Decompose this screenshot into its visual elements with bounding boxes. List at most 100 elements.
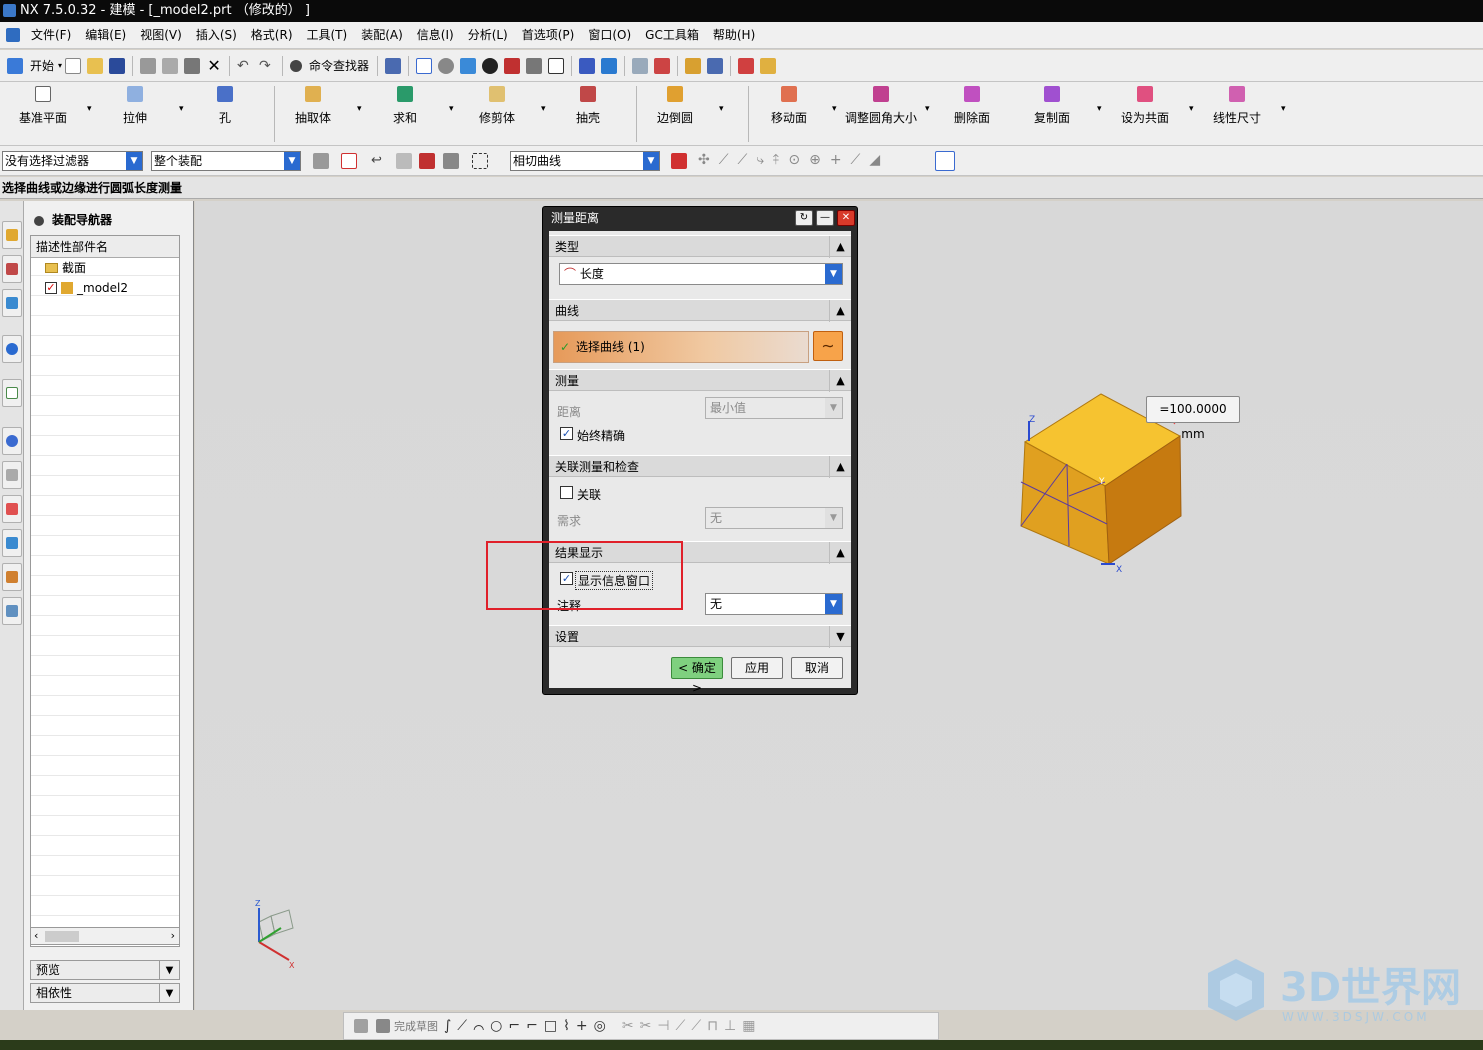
stop-at-intersection-icon[interactable] bbox=[671, 153, 687, 169]
tab-history[interactable] bbox=[2, 427, 22, 455]
start-button[interactable]: 开始 bbox=[30, 57, 54, 74]
command-finder-button[interactable]: 命令查找器 bbox=[309, 57, 369, 74]
scroll-right-icon[interactable]: › bbox=[171, 929, 175, 942]
linear-dimension-button[interactable]: 线性尺寸 bbox=[1208, 82, 1266, 146]
chevron-down-icon[interactable]: ▼ bbox=[159, 984, 179, 1002]
draft-icon[interactable] bbox=[760, 57, 777, 74]
unite-dropdown-icon[interactable]: ▾ bbox=[449, 104, 454, 114]
section-settings[interactable]: 设置 ▼ bbox=[549, 625, 851, 648]
chevron-down-icon[interactable]: ▼ bbox=[126, 152, 142, 170]
point-icon[interactable] bbox=[654, 57, 671, 74]
ok-button[interactable]: < 确定 > bbox=[671, 657, 723, 695]
tab-web-browser[interactable] bbox=[2, 379, 22, 407]
background-icon[interactable] bbox=[548, 57, 565, 74]
section-associative[interactable]: 关联测量和检查 ▲ bbox=[549, 455, 851, 478]
edge-blend-button[interactable]: 边倒圆 bbox=[646, 82, 704, 146]
section-measure[interactable]: 测量 ▲ bbox=[549, 369, 851, 392]
edge-icon[interactable] bbox=[504, 57, 521, 74]
redo-icon[interactable]: ↷ bbox=[259, 58, 275, 74]
finish-sketch-label[interactable]: 完成草图 bbox=[394, 1018, 438, 1034]
menu-file[interactable]: 文件(F) bbox=[24, 22, 78, 49]
paste-icon[interactable] bbox=[184, 57, 201, 74]
copy-face-dropdown-icon[interactable]: ▾ bbox=[1097, 104, 1102, 114]
tab-system-scenes[interactable] bbox=[2, 597, 22, 625]
render-style-icon[interactable] bbox=[460, 57, 477, 74]
menu-analysis[interactable]: 分析(L) bbox=[461, 22, 515, 49]
save-icon[interactable] bbox=[109, 57, 126, 74]
start-dropdown-icon[interactable]: ▾ bbox=[58, 61, 62, 70]
resize-blend-button[interactable]: 调整圆角大小 bbox=[842, 82, 920, 146]
hidden-edge-icon[interactable] bbox=[526, 57, 543, 74]
tab-manufacturing-wizards[interactable] bbox=[2, 529, 22, 557]
curve-rule-combo[interactable]: 相切曲线 ▼ bbox=[510, 151, 660, 171]
menu-edit[interactable]: 编辑(E) bbox=[78, 22, 133, 49]
edge-blend-dropdown-icon[interactable]: ▾ bbox=[719, 104, 724, 114]
select-edge-icon[interactable] bbox=[419, 153, 435, 169]
column-header[interactable]: 描述性部件名 bbox=[31, 236, 179, 258]
menu-help[interactable]: 帮助(H) bbox=[706, 22, 762, 49]
chevron-up-icon[interactable]: ▲ bbox=[829, 300, 851, 322]
delete-face-button[interactable]: 删除面 bbox=[946, 82, 998, 146]
chevron-down-icon[interactable]: ▼ bbox=[825, 264, 842, 284]
layer-icon[interactable] bbox=[579, 57, 596, 74]
move-face-dropdown-icon[interactable]: ▾ bbox=[832, 104, 837, 114]
visibility-checkbox[interactable]: ✓ bbox=[45, 282, 57, 294]
tab-reuse-library[interactable] bbox=[2, 335, 22, 363]
menu-view[interactable]: 视图(V) bbox=[133, 22, 189, 49]
wcs-icon[interactable] bbox=[601, 57, 618, 74]
sketch-curve-tools[interactable]: ∫⟋⌒○⌐⌐□⌇+◎ bbox=[444, 1018, 612, 1034]
menu-insert[interactable]: 插入(S) bbox=[189, 22, 244, 49]
unite-button[interactable]: 求和 bbox=[384, 82, 426, 146]
coplanar-dropdown-icon[interactable]: ▾ bbox=[1189, 104, 1194, 114]
menu-format[interactable]: 格式(R) bbox=[244, 22, 300, 49]
menu-preferences[interactable]: 首选项(P) bbox=[515, 22, 582, 49]
preview-panel-toggle[interactable]: 预览 ▼ bbox=[30, 960, 180, 980]
view-cube-icon[interactable] bbox=[935, 151, 955, 171]
select-curve-row[interactable]: ✓ 选择曲线 (1) bbox=[553, 331, 809, 363]
trim-dropdown-icon[interactable]: ▾ bbox=[541, 104, 546, 114]
make-coplanar-button[interactable]: 设为共面 bbox=[1116, 82, 1174, 146]
fit-view-icon[interactable] bbox=[416, 57, 433, 74]
finish-sketch-icon[interactable] bbox=[376, 1019, 390, 1033]
snap-view-icon[interactable] bbox=[632, 57, 649, 74]
menu-tools[interactable]: 工具(T) bbox=[300, 22, 355, 49]
play-icon[interactable] bbox=[707, 57, 724, 74]
menu-window[interactable]: 窗口(O) bbox=[581, 22, 638, 49]
close-icon[interactable]: ✕ bbox=[837, 210, 855, 226]
copy-face-button[interactable]: 复制面 bbox=[1026, 82, 1078, 146]
tab-process-studio[interactable] bbox=[2, 495, 22, 523]
cut-icon[interactable] bbox=[140, 57, 157, 74]
selection-scope-combo[interactable]: 整个装配 ▼ bbox=[151, 151, 301, 171]
resize-blend-dropdown-icon[interactable]: ▾ bbox=[925, 104, 930, 114]
move-face-button[interactable]: 移动面 bbox=[760, 82, 818, 146]
horizontal-scrollbar[interactable]: ‹ › bbox=[30, 927, 180, 945]
menu-gc-toolbox[interactable]: GC工具箱 bbox=[638, 22, 706, 49]
associative-checkbox[interactable] bbox=[560, 486, 573, 499]
chevron-up-icon[interactable]: ▲ bbox=[829, 542, 851, 564]
tree-node-section[interactable]: 截面 bbox=[31, 258, 179, 278]
chevron-down-icon[interactable]: ▼ bbox=[829, 626, 851, 648]
measure-result-label[interactable]: =100.0000 mm bbox=[1146, 396, 1240, 441]
select-face-icon[interactable] bbox=[396, 153, 412, 169]
shell-button[interactable]: 抽壳 bbox=[567, 82, 609, 146]
section-curve[interactable]: 曲线 ▲ bbox=[549, 299, 851, 322]
cancel-button[interactable]: 取消 bbox=[791, 657, 843, 679]
menu-assembly[interactable]: 装配(A) bbox=[354, 22, 410, 49]
tab-assembly-navigator[interactable] bbox=[2, 221, 22, 249]
chevron-up-icon[interactable]: ▲ bbox=[829, 370, 851, 392]
annotation-combo[interactable]: 无 ▼ bbox=[705, 593, 843, 615]
datum-plane-button[interactable]: 基准平面 bbox=[14, 82, 72, 146]
always-accurate-checkbox[interactable]: ✓ bbox=[560, 427, 573, 440]
dimension-dropdown-icon[interactable]: ▾ bbox=[1281, 104, 1286, 114]
scroll-thumb[interactable] bbox=[45, 931, 79, 942]
type-combo[interactable]: ⌒ 长度 ▼ bbox=[559, 263, 843, 285]
rectangle-select-icon[interactable] bbox=[472, 153, 488, 169]
extrude-dropdown-icon[interactable]: ▾ bbox=[179, 104, 184, 114]
collapse-icon[interactable]: — bbox=[816, 210, 834, 226]
select-feature-icon[interactable] bbox=[443, 153, 459, 169]
chevron-up-icon[interactable]: ▲ bbox=[829, 236, 851, 258]
sketch-constraint-tools[interactable]: ✂✂⊣⟋⟋⊓⊥▦ bbox=[622, 1018, 762, 1034]
orient-view-icon[interactable] bbox=[438, 57, 455, 74]
chevron-up-icon[interactable]: ▲ bbox=[829, 456, 851, 478]
reset-icon[interactable]: ↻ bbox=[795, 210, 813, 226]
